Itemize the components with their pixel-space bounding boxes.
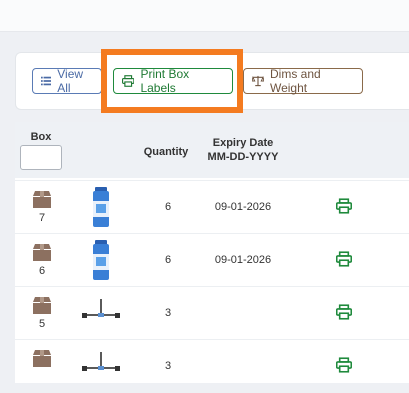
print-label-icon[interactable]: [336, 357, 352, 373]
product-image: [80, 240, 122, 280]
quantity-value: 6: [164, 254, 172, 266]
view-all-label: View All: [57, 67, 84, 95]
column-header-expiry-format: MM-DD-YYYY: [207, 151, 279, 163]
box-icon: [33, 244, 51, 261]
table-row[interactable]: 3: [15, 339, 409, 393]
quantity-value: 3: [164, 360, 172, 372]
expiry-value: 09-01-2026: [214, 254, 272, 266]
table-row[interactable]: 6 6 09-01-2026: [15, 233, 409, 287]
list-icon: [41, 76, 52, 86]
scale-icon: [252, 75, 264, 87]
quantity-value: 3: [164, 307, 172, 319]
table-header: [15, 122, 409, 178]
box-icon: [33, 350, 51, 367]
highlight-box: [101, 49, 243, 113]
box-number: 6: [38, 265, 46, 277]
dims-and-weight-label: Dims and Weight: [269, 67, 321, 95]
dims-and-weight-button[interactable]: Dims and Weight: [243, 67, 363, 95]
column-header-quantity: Quantity: [143, 146, 189, 158]
product-image: [80, 187, 122, 227]
quantity-value: 6: [164, 201, 172, 213]
print-label-icon[interactable]: [336, 198, 352, 214]
print-label-icon[interactable]: [336, 304, 352, 320]
table-row[interactable]: 7 6 09-01-2026: [15, 180, 409, 234]
box-filter-input[interactable]: [20, 145, 62, 170]
column-header-expiry: Expiry Date: [212, 137, 274, 149]
top-bar: [0, 0, 409, 32]
box-icon: [33, 191, 51, 208]
print-label-icon[interactable]: [336, 251, 352, 267]
view-all-button[interactable]: View All: [32, 67, 102, 95]
box-number: 7: [38, 212, 46, 224]
product-image: [80, 293, 122, 333]
table-row[interactable]: 53: [15, 286, 409, 340]
product-image: [80, 346, 122, 386]
box-icon: [33, 297, 51, 314]
box-number: 5: [38, 318, 46, 330]
expiry-value: 09-01-2026: [214, 201, 272, 213]
column-header-box: Box: [30, 131, 52, 143]
